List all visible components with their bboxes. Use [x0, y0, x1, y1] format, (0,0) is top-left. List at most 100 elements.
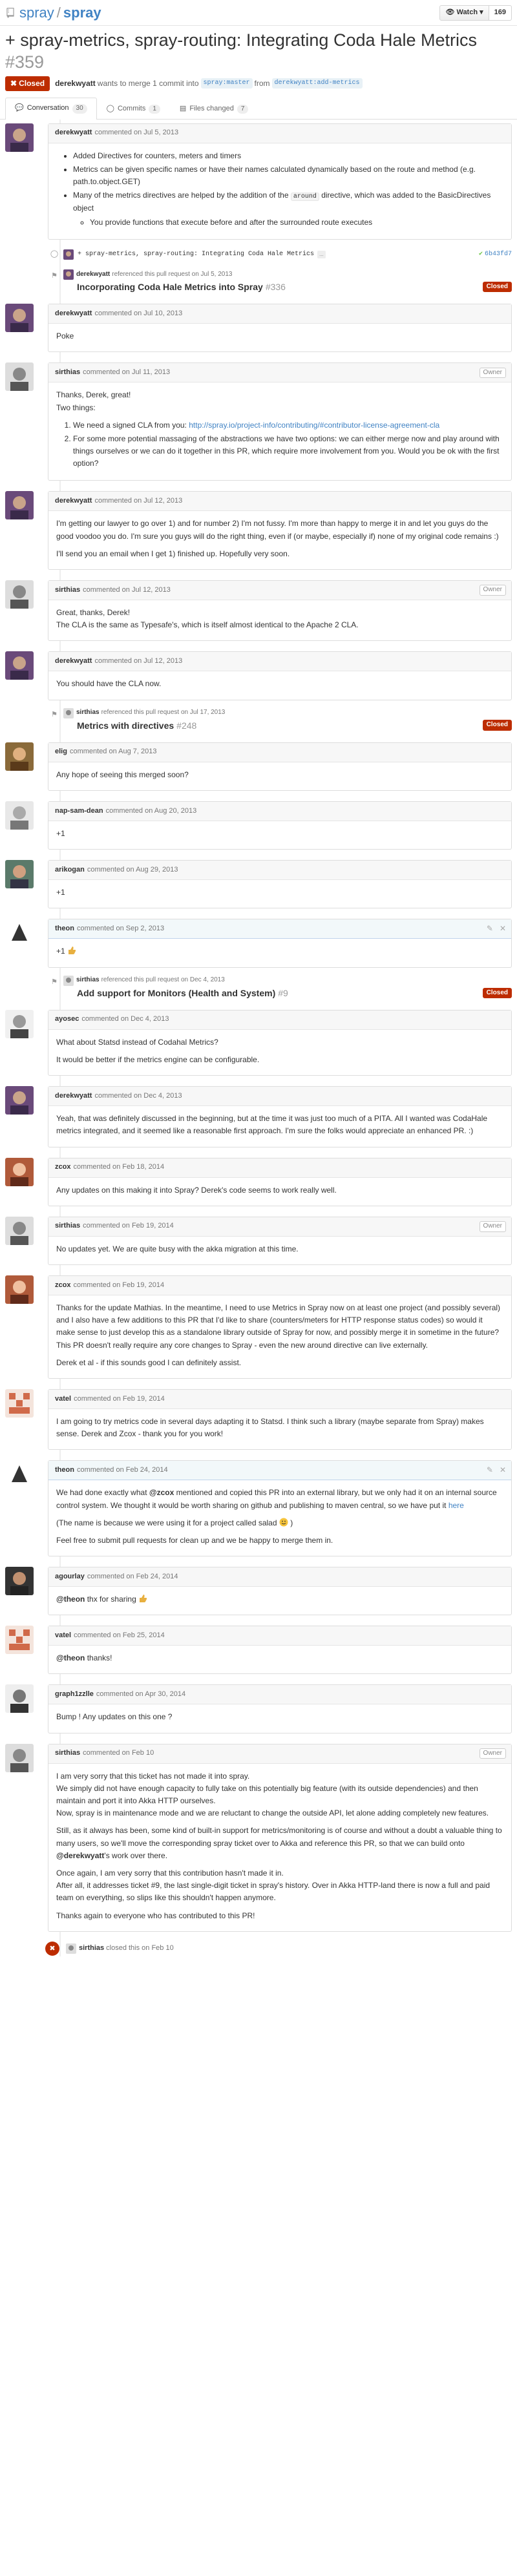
comment-header: zcox commented on Feb 19, 2014 — [48, 1276, 511, 1296]
avatar — [63, 975, 74, 986]
bookmark-icon: ⚑ — [49, 977, 59, 988]
comment: nap-sam-dean commented on Aug 20, 2013 +1 — [5, 801, 512, 850]
comment-body: Yeah, that was definitely discussed in t… — [56, 1114, 488, 1136]
comment-body: Added Directives for counters, meters an… — [48, 143, 511, 239]
avatar[interactable] — [5, 801, 34, 830]
repo-icon — [6, 7, 14, 18]
commit-sha[interactable]: ✔ 6b43fd7 — [479, 250, 512, 260]
avatar[interactable] — [5, 1388, 34, 1418]
comment-body: Poke — [56, 331, 74, 341]
reference-event: ⚑ sirthias referenced this pull request o… — [49, 707, 512, 732]
avatar[interactable] — [5, 1086, 34, 1115]
comment-header: derekwyatt commented on Jul 5, 2013 — [48, 123, 511, 143]
user-mention[interactable]: @derekwyatt — [56, 1851, 104, 1860]
comment-body: +1 — [56, 888, 65, 897]
avatar[interactable] — [5, 1009, 34, 1038]
cla-link[interactable]: http://spray.io/project-info/contributin… — [189, 421, 439, 430]
comment: zcox commented on Feb 18, 2014 Any update… — [5, 1157, 512, 1206]
pr-author[interactable]: derekwyatt — [55, 78, 96, 89]
comment: vatel commented on Feb 25, 2014 @theon th… — [5, 1626, 512, 1675]
closed-icon: ✖ — [45, 1941, 59, 1956]
comment-header: nap-sam-dean commented on Aug 20, 2013 — [48, 802, 511, 822]
comment-header: graph1zzlle commented on Apr 30, 2014 — [48, 1685, 511, 1705]
comment-body: I'm getting our lawyer to go over 1) and… — [56, 519, 499, 558]
repo-name-link[interactable]: spray — [63, 5, 101, 21]
avatar[interactable] — [5, 1684, 34, 1713]
watch-button[interactable]: 👁 Watch ▾ — [439, 5, 489, 21]
avatar[interactable] — [5, 919, 34, 948]
commit-message[interactable]: + spray-metrics, spray-routing: Integrat… — [78, 250, 314, 260]
user-mention[interactable]: @theon — [56, 1595, 85, 1604]
smile-icon — [279, 1518, 288, 1527]
comment-header: derekwyatt commented on Jul 10, 2013 — [48, 304, 511, 324]
avatar[interactable] — [5, 1567, 34, 1596]
close-icon[interactable]: ✕ — [500, 1465, 506, 1476]
repo-header: spray / spray 👁 Watch ▾ 169 — [0, 0, 517, 26]
head-branch: derekwyatt:add-metrics — [271, 78, 363, 89]
commit-icon: ◯ — [49, 249, 59, 260]
avatar[interactable] — [5, 1743, 34, 1772]
avatar[interactable] — [5, 580, 34, 609]
avatar[interactable] — [5, 304, 34, 333]
avatar[interactable] — [5, 1626, 34, 1655]
comment-body: You should have the CLA now. — [56, 679, 162, 689]
reference-event: ⚑ sirthias referenced this pull request o… — [49, 975, 512, 1000]
expand-commit-button[interactable]: ... — [317, 251, 326, 258]
watch-count[interactable]: 169 — [489, 5, 512, 21]
pr-closed-icon: ✖ — [10, 78, 17, 88]
avatar[interactable] — [5, 651, 34, 680]
pr-title: + spray-metrics, spray-routing: Integrat… — [5, 30, 478, 72]
comment-body: Great, thanks, Derek! The CLA is the same… — [56, 608, 359, 630]
avatar[interactable] — [5, 1216, 34, 1245]
comment: sirthias commented on Feb 10 Owner I am ve… — [5, 1743, 512, 1932]
repo-owner-link[interactable]: spray — [19, 5, 54, 21]
thumbsup-icon — [140, 1595, 147, 1603]
comment-body: We had done exactly what @zcox mentioned… — [56, 1488, 497, 1545]
commit-icon: ◯ — [106, 104, 114, 112]
user-mention[interactable]: @theon — [56, 1653, 85, 1662]
user-mention[interactable]: @zcox — [149, 1488, 174, 1497]
edit-icon[interactable]: ✎ — [487, 923, 493, 934]
reference-title[interactable]: Metrics with directives — [77, 719, 174, 732]
commit-item: ◯ + spray-metrics, spray-routing: Integr… — [49, 247, 512, 262]
avatar[interactable] — [5, 1275, 34, 1304]
avatar[interactable] — [5, 860, 34, 889]
thumbsup-icon — [69, 947, 76, 955]
check-icon: ✔ — [478, 250, 483, 258]
conversation-icon: 💬 — [15, 104, 24, 112]
comment: derekwyattcommented on Jul 5, 2013 Added… — [5, 123, 512, 240]
closed-badge: Closed — [482, 987, 512, 998]
bookmark-icon: ⚑ — [49, 709, 59, 720]
avatar — [63, 249, 74, 260]
tab-commits[interactable]: ◯ Commits 1 — [97, 99, 170, 119]
pr-number: #359 — [5, 52, 45, 72]
avatar[interactable] — [5, 742, 34, 771]
comment-body: Any updates on this making it into Spray… — [56, 1185, 337, 1195]
comment-header: sirthias commented on Jul 12, 2013 Owner — [48, 581, 511, 600]
comment-body: @theon thx for sharing — [48, 1587, 511, 1615]
avatar[interactable] — [5, 1460, 34, 1489]
tab-files-changed[interactable]: ▤ Files changed 7 — [170, 99, 258, 119]
library-link[interactable]: here — [448, 1501, 464, 1510]
edit-icon[interactable]: ✎ — [487, 1465, 493, 1476]
reference-title[interactable]: Incorporating Coda Hale Metrics into Spr… — [77, 280, 263, 293]
avatar[interactable] — [5, 362, 34, 392]
event-actor[interactable]: sirthias — [79, 1943, 104, 1954]
repo-path: spray / spray — [19, 4, 101, 21]
comment: derekwyatt commented on Jul 12, 2013 I'm … — [5, 491, 512, 570]
reference-event: ⚑ derekwyatt referenced this pull request… — [49, 269, 512, 293]
owner-badge: Owner — [479, 585, 506, 596]
reference-title[interactable]: Add support for Monitors (Health and Sys… — [77, 987, 275, 1000]
comment: arikogan commented on Aug 29, 2013 +1 — [5, 860, 512, 909]
avatar[interactable] — [5, 1157, 34, 1186]
close-icon[interactable]: ✕ — [500, 923, 506, 934]
avatar[interactable] — [5, 491, 34, 520]
owner-badge: Owner — [479, 367, 506, 379]
comment: derekwyatt commented on Dec 4, 2013 Yeah,… — [5, 1086, 512, 1147]
avatar[interactable] — [5, 123, 34, 152]
comment: vatel commented on Feb 19, 2014 I am goin… — [5, 1388, 512, 1450]
comment-author[interactable]: derekwyatt — [55, 128, 92, 138]
comment-header: elig commented on Aug 7, 2013 — [48, 742, 511, 762]
comment: sirthias commented on Jul 11, 2013 Owner T… — [5, 362, 512, 481]
tab-conversation[interactable]: 💬 Conversation 30 — [5, 97, 97, 120]
